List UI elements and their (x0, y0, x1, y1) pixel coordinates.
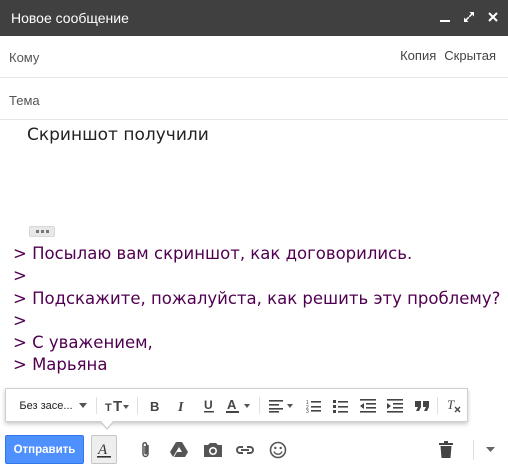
quoted-line: > (13, 266, 27, 286)
svg-text:T: T (105, 402, 112, 413)
quoted-line: > Посылаю вам скриншот, как договорились… (13, 244, 413, 263)
numbered-list-icon[interactable]: 123 (302, 389, 326, 422)
subject-label: Тема (9, 93, 40, 108)
svg-text:U: U (204, 398, 213, 412)
font-family-select[interactable]: Без засе... (12, 389, 94, 422)
svg-text:A: A (97, 442, 108, 458)
italic-icon[interactable]: I (170, 389, 194, 422)
svg-text:A: A (227, 398, 237, 412)
align-icon[interactable] (265, 389, 299, 422)
compose-titlebar: Новое сообщение (0, 0, 508, 36)
formatting-toolbar: Без засе... TT B I U A 123 T (5, 388, 468, 430)
font-family-label: Без засе... (19, 399, 73, 412)
emoji-icon[interactable] (265, 435, 291, 464)
subject-field[interactable]: Тема (0, 78, 508, 120)
expand-icon[interactable] (460, 8, 478, 26)
underline-icon[interactable]: U (197, 389, 221, 422)
indent-less-icon[interactable] (356, 389, 380, 422)
text-color-icon[interactable]: A (223, 389, 255, 422)
show-trimmed-content-button[interactable] (29, 226, 55, 237)
cc-link[interactable]: Копия (400, 48, 436, 63)
svg-text:T: T (447, 398, 455, 412)
minimize-icon[interactable] (436, 8, 454, 26)
svg-text:T: T (113, 399, 122, 413)
trash-icon[interactable] (434, 435, 458, 464)
compose-bottom-bar: Отправить A (0, 428, 508, 471)
cc-bcc-links: Копия Скрытая (392, 48, 496, 63)
quoted-line: > Марьяна (13, 355, 108, 375)
drive-icon[interactable] (166, 435, 192, 464)
indent-more-icon[interactable] (383, 389, 407, 422)
to-field[interactable]: Кому Копия Скрытая (0, 36, 508, 78)
quoted-line: > Подскажите, пожалуйста, как решить эту… (13, 288, 501, 308)
link-icon[interactable] (232, 435, 258, 464)
send-button[interactable]: Отправить (5, 435, 84, 464)
quoted-text: > Посылаю вам скриншот, как договорились… (13, 243, 500, 377)
quoted-line: > С уважением, (13, 333, 153, 353)
bulleted-list-icon[interactable] (329, 389, 353, 422)
font-size-icon[interactable]: TT (101, 389, 135, 422)
bcc-link[interactable]: Скрытая (444, 48, 496, 63)
photo-icon[interactable] (200, 435, 226, 464)
svg-text:I: I (177, 400, 184, 413)
svg-text:B: B (150, 399, 159, 413)
message-body-text[interactable]: Скриншот получили (27, 125, 209, 145)
quote-icon[interactable] (410, 389, 434, 422)
close-icon[interactable] (484, 8, 502, 26)
svg-text:3: 3 (306, 409, 309, 413)
bold-icon[interactable]: B (143, 389, 167, 422)
to-label: Кому (9, 50, 40, 65)
remove-formatting-icon[interactable]: T (442, 389, 466, 422)
more-options-icon[interactable] (480, 435, 500, 464)
attach-icon[interactable] (134, 435, 158, 464)
window-title: Новое сообщение (11, 10, 129, 26)
quoted-line: > (13, 310, 27, 330)
formatting-icon[interactable]: A (91, 435, 117, 464)
